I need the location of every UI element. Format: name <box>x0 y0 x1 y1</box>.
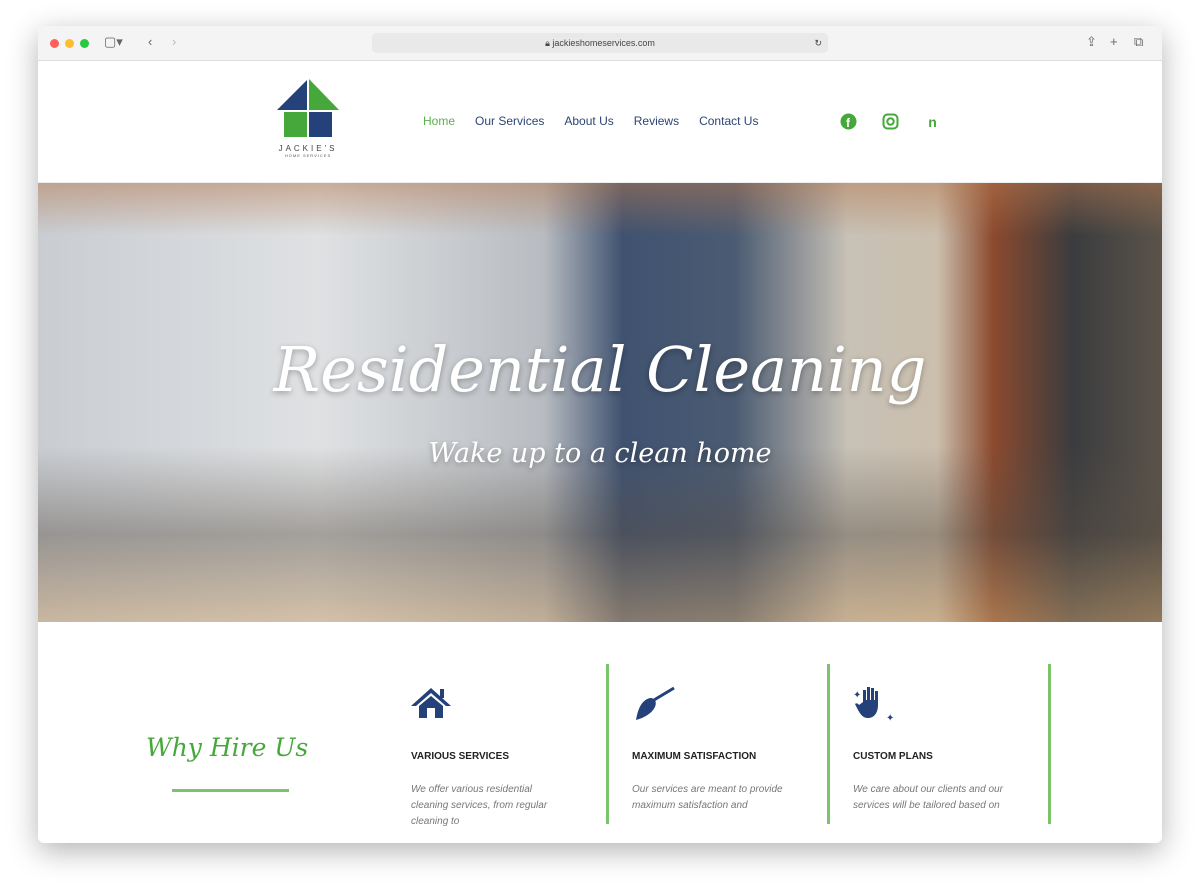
browser-toolbar: ▢▾ ‹ › 🔒︎ jackieshomeservices.com ↻ ⇪ + ⧉ <box>38 26 1162 61</box>
url-text: jackieshomeservices.com <box>552 38 655 48</box>
card-title: MAXIMUM SATISFACTION <box>632 751 757 762</box>
feature-card: MAXIMUM SATISFACTION Our services are me… <box>609 664 830 824</box>
social-links: f n <box>840 113 941 130</box>
hero-banner: Residential Cleaning Wake up to a clean … <box>38 183 1162 622</box>
nav-home[interactable]: Home <box>423 114 455 128</box>
card-text: We care about our clients and our servic… <box>853 784 1003 811</box>
feature-card: ✦ ✦ CUSTOM PLANS We care about our client… <box>830 664 1051 824</box>
nav-our-services[interactable]: Our Services <box>475 114 544 128</box>
site-header: JACKIE'S HOME SERVICES Home Our Services… <box>38 61 1162 183</box>
broom-icon <box>632 686 827 722</box>
why-hire-us-heading: Why Hire Us <box>146 733 309 762</box>
card-text: Our services are meant to provide maximu… <box>632 784 783 811</box>
feature-card: VARIOUS SERVICES We offer various reside… <box>388 664 609 827</box>
hero-title: Residential Cleaning <box>273 333 927 406</box>
instagram-icon[interactable] <box>882 113 899 130</box>
card-text: We offer various residential cleaning se… <box>411 784 548 827</box>
card-title: VARIOUS SERVICES <box>411 751 509 762</box>
sparkle-hand-icon: ✦ ✦ <box>853 686 1048 724</box>
svg-text:✦: ✦ <box>886 713 894 722</box>
nav-contact-us[interactable]: Contact Us <box>699 114 758 128</box>
forward-icon[interactable]: › <box>172 34 176 49</box>
house-icon <box>411 686 606 722</box>
nav-about-us[interactable]: About Us <box>564 114 613 128</box>
back-icon[interactable]: ‹ <box>148 34 152 49</box>
svg-text:✦: ✦ <box>853 690 861 701</box>
share-icon[interactable]: ⇪ <box>1086 34 1097 50</box>
logo-name: JACKIE'S <box>278 144 338 153</box>
heading-underline <box>172 789 289 792</box>
logo-house-icon <box>276 79 340 137</box>
new-tab-icon[interactable]: + <box>1110 34 1118 49</box>
sidebar-icon[interactable]: ▢▾ <box>104 34 123 50</box>
nextdoor-icon[interactable]: n <box>924 113 941 130</box>
logo-tagline: HOME SERVICES <box>284 153 332 158</box>
logo[interactable]: JACKIE'S HOME SERVICES <box>274 77 342 158</box>
main-nav: Home Our Services About Us Reviews Conta… <box>423 114 758 128</box>
reload-icon[interactable]: ↻ <box>814 33 822 53</box>
maximize-button[interactable] <box>80 39 89 48</box>
nav-reviews[interactable]: Reviews <box>634 114 679 128</box>
hero-subtitle: Wake up to a clean home <box>428 438 772 469</box>
facebook-icon[interactable]: f <box>840 113 857 130</box>
tabs-icon[interactable]: ⧉ <box>1134 34 1143 50</box>
card-title: CUSTOM PLANS <box>853 751 933 762</box>
address-bar[interactable]: 🔒︎ jackieshomeservices.com ↻ <box>372 33 828 53</box>
close-button[interactable] <box>50 39 59 48</box>
minimize-button[interactable] <box>65 39 74 48</box>
